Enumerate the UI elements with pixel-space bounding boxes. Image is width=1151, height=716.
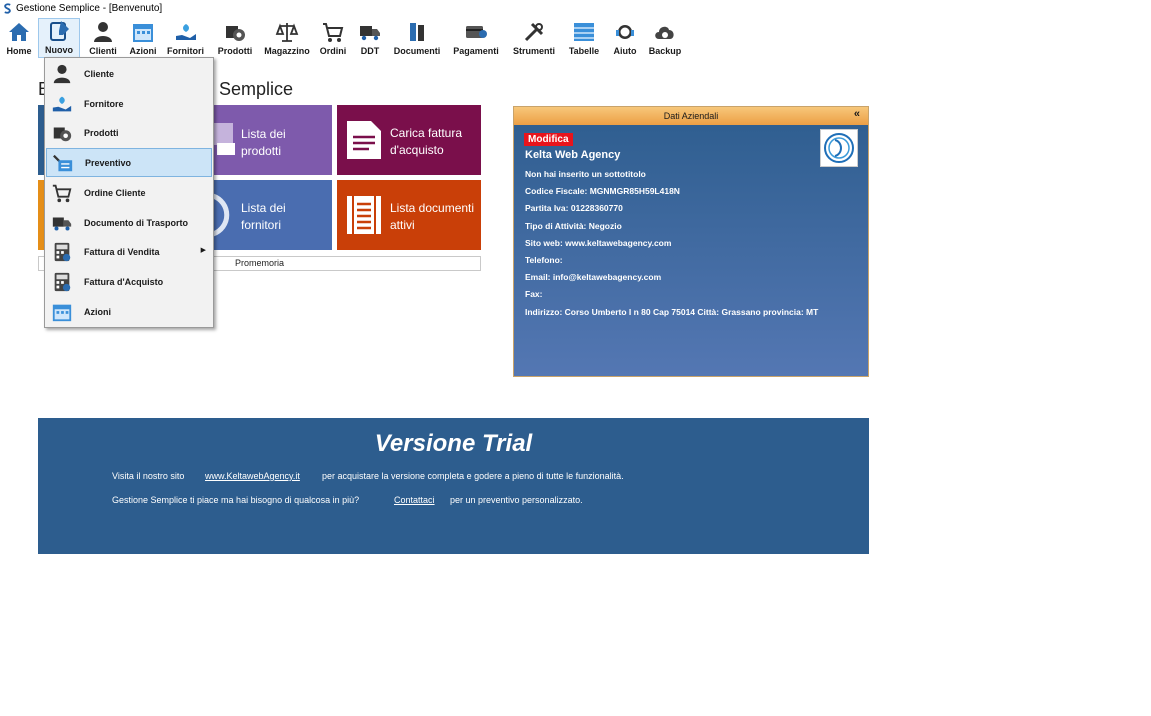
toolbar-fornitori-button[interactable]: Fornitori (160, 18, 211, 58)
tile-lista-documenti[interactable]: Lista documenti attivi (337, 180, 481, 250)
trial-line-2-suffix: per un preventivo personalizzato. (450, 495, 583, 505)
user-icon (94, 22, 112, 42)
trial-line-1-text: Visita il nostro sito (112, 471, 185, 481)
menu-item-fornitore[interactable]: Fornitore (46, 89, 212, 118)
calendar-icon (133, 24, 153, 42)
menu-item-azioni[interactable]: Azioni (46, 297, 212, 326)
table-icon (574, 23, 594, 41)
product-box-icon (213, 123, 235, 155)
company-logo-icon (824, 133, 854, 163)
company-fiscal-code: Codice Fiscale: MGNMGR85H59L418N (525, 186, 680, 197)
toolbar-home-button[interactable]: Home (0, 18, 38, 58)
quote-icon (53, 154, 73, 171)
toolbar-ddt-button[interactable]: DDT (351, 18, 389, 58)
payment-card-icon (466, 26, 487, 38)
invoice-document-icon (347, 121, 381, 159)
new-document-icon (50, 21, 69, 41)
menu-item-cliente[interactable]: Cliente (46, 59, 212, 88)
menu-item-documento-trasporto[interactable]: Documento di Trasporto (46, 208, 212, 237)
toolbar-aiuto-button[interactable]: Aiuto (607, 18, 643, 58)
website-link[interactable]: www.KeltawebAgency.it (205, 471, 300, 481)
company-subtitle: Non hai inserito un sottotitolo (525, 169, 646, 179)
tile-lista-prodotti[interactable]: Lista dei prodotti (213, 105, 332, 175)
trial-banner: Versione Trial Visita il nostro sito www… (38, 418, 869, 554)
menu-item-prodotti[interactable]: Prodotti (46, 118, 212, 147)
tools-icon (524, 22, 544, 42)
company-data-panel: Dati Aziendali « Modifica Kelta Web Agen… (513, 106, 869, 377)
gear-box-icon (53, 127, 72, 141)
collapse-button[interactable]: « (854, 108, 860, 120)
toolbar-backup-button[interactable]: Backup (643, 18, 687, 58)
truck-icon (360, 26, 380, 41)
document-list-icon (347, 196, 381, 234)
toolbar-documenti-button[interactable]: Documenti (389, 18, 445, 58)
gear-box-icon (226, 26, 245, 41)
toolbar-nuovo-button[interactable]: Nuovo (38, 18, 80, 58)
cart-icon (323, 23, 344, 42)
edit-button[interactable]: Modifica (524, 133, 573, 146)
contact-link[interactable]: Contattaci (394, 495, 435, 505)
hand-plant-icon (175, 24, 196, 40)
supplier-circle-icon (213, 193, 230, 237)
toolbar-ordini-button[interactable]: Ordini (315, 18, 351, 58)
company-address: Indirizzo: Corso Umberto I n 80 Cap 7501… (525, 306, 819, 317)
cloud-backup-icon (655, 26, 674, 39)
home-icon (9, 23, 29, 41)
company-activity: Tipo di Attività: Negozio (525, 220, 622, 231)
binders-icon (410, 23, 424, 41)
toolbar-magazzino-button[interactable]: Magazzino (259, 18, 315, 58)
company-website: Sito web: www.keltawebagency.com (525, 237, 672, 248)
calculator-icon (54, 272, 71, 291)
toolbar-strumenti-button[interactable]: Strumenti (507, 18, 561, 58)
menu-item-preventivo[interactable]: Preventivo (46, 148, 212, 177)
support-headset-icon (616, 25, 634, 39)
truck-icon (52, 217, 72, 231)
toolbar-prodotti-button[interactable]: Prodotti (211, 18, 259, 58)
trial-line-2-text: Gestione Semplice ti piace ma hai bisogn… (112, 495, 360, 505)
calculator-icon (54, 242, 71, 261)
toolbar-pagamenti-button[interactable]: Pagamenti (445, 18, 507, 58)
submenu-arrow-icon: ▶ (200, 247, 206, 254)
window-title: Gestione Semplice - [Benvenuto] (16, 2, 163, 14)
company-name: Kelta Web Agency (525, 149, 621, 161)
trial-line-1-suffix: per acquistare la versione completa e go… (322, 471, 624, 481)
company-logo (820, 129, 858, 167)
company-details: Non hai inserito un sottotitolo Codice F… (525, 169, 818, 324)
calendar-icon (52, 304, 72, 321)
toolbar-clienti-button[interactable]: Clienti (80, 18, 126, 58)
hand-plant-icon (52, 96, 72, 111)
company-panel-header: Dati Aziendali « (514, 107, 868, 125)
scale-icon (275, 23, 299, 42)
menu-item-fattura-vendita[interactable]: Fattura di Vendita ▶ (46, 237, 212, 266)
cart-icon (52, 184, 72, 202)
title-bar: Gestione Semplice - [Benvenuto] (0, 0, 1151, 16)
main-toolbar: Home Nuovo Clienti Azioni Fornitori Prod… (0, 18, 687, 58)
toolbar-azioni-button[interactable]: Azioni (126, 18, 160, 58)
tile-lista-fornitori[interactable]: Lista dei fornitori (213, 180, 332, 250)
menu-item-fattura-acquisto[interactable]: Fattura d'Acquisto (46, 267, 212, 296)
company-vat: Partita Iva: 01228360770 (525, 203, 623, 214)
nuovo-dropdown-menu: Cliente Fornitore Prodotti Preventivo Or… (44, 57, 214, 328)
toolbar-tabelle-button[interactable]: Tabelle (561, 18, 607, 58)
company-email: Email: info@keltawebagency.com (525, 272, 662, 283)
company-phone: Telefono: (525, 254, 563, 265)
tile-carica-fattura[interactable]: Carica fattura d'acquisto (337, 105, 481, 175)
menu-item-ordine-cliente[interactable]: Ordine Cliente (46, 178, 212, 207)
user-icon (53, 64, 71, 83)
trial-title: Versione Trial (374, 430, 533, 457)
company-fax: Fax: (525, 289, 543, 300)
app-logo-icon (4, 2, 11, 14)
